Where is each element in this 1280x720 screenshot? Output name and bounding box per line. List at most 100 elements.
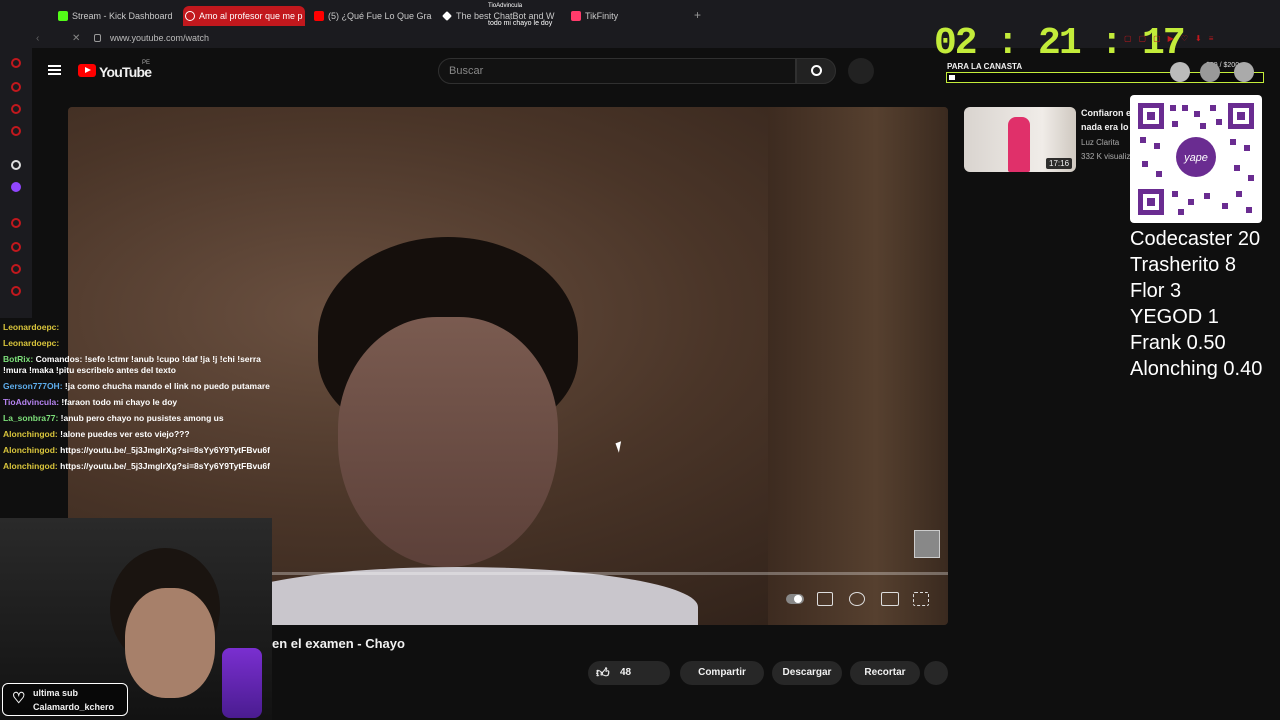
more-actions-button[interactable] — [924, 661, 948, 685]
sidebar-app-icon[interactable] — [11, 126, 21, 136]
donor-entry: Frank 0.50 — [1130, 332, 1226, 354]
sidebar-app-icon[interactable] — [11, 104, 21, 114]
chat-username: Gerson777OH: — [3, 381, 65, 391]
donor-entry: Flor 3 — [1130, 280, 1182, 302]
chat-username: TioAdvincula: — [3, 397, 62, 407]
chat-message: La_sonbra77: !anub pero chayo no pusiste… — [0, 413, 270, 424]
chat-message: Alonchingod: https://youtu.be/_5j3JmglrX… — [0, 461, 270, 472]
chat-message: Alonchingod: https://youtu.be/_5j3JmglrX… — [0, 445, 270, 456]
voice-search-button[interactable] — [848, 58, 874, 84]
stream-chat-overlay: Leonardoepc: Leonardoepc: BotRix: Comand… — [0, 322, 270, 516]
chat-username: Leonardoepc: — [3, 322, 60, 332]
video-frame-face — [338, 317, 558, 567]
tikfinity-icon — [571, 11, 581, 21]
settings-icon[interactable] — [11, 286, 21, 296]
chat-message: Alonchingod: !alone puedes ver esto viej… — [0, 429, 270, 440]
last-sub-user: Calamardo_kchero — [33, 702, 115, 712]
yape-qr-code: yape — [1130, 95, 1262, 223]
chat-text: !faraon todo mi chayo le doy — [61, 397, 178, 407]
chat-username: Alonchingod: — [3, 445, 61, 455]
tab-kick-dashboard[interactable]: Stream - Kick Dashboard — [56, 6, 181, 26]
clip-button[interactable]: Recortar — [850, 661, 920, 685]
last-sub-label: ultima sub — [33, 688, 79, 698]
loading-icon — [185, 11, 195, 21]
browser-toolbar-icons[interactable]: ▢▢▢▶♡⬇≡ — [1124, 34, 1274, 44]
chat-text: !ja como chucha mando el link no puedo p… — [64, 381, 270, 391]
chat-message: BotRix: Comandos: !sefo !ctmr !anub !cup… — [0, 354, 270, 376]
history-icon[interactable] — [11, 242, 21, 252]
video-frame-shirt — [218, 567, 698, 625]
twitch-icon[interactable] — [11, 182, 21, 192]
search-input[interactable]: Buscar — [438, 58, 796, 84]
youtube-logo-icon[interactable] — [78, 64, 96, 77]
chat-text: Comandos: !sefo !ctmr !anub !cupo !daf !… — [3, 354, 261, 375]
kick-icon — [58, 11, 68, 21]
tab-active-video[interactable]: Amo al profesor que me p — [183, 6, 305, 26]
browser-sidebar — [0, 48, 32, 318]
recommended-views: 332 K visualiz — [1081, 152, 1131, 161]
search-button[interactable] — [796, 58, 836, 84]
thumbs-up-icon: 👍︎ — [596, 665, 610, 680]
back-icon[interactable]: ‹ — [36, 33, 39, 44]
tab-tooltip-user: TioAdvincula — [488, 3, 523, 9]
like-button[interactable]: 👍︎ 48 — [588, 661, 670, 685]
chat-text: !alone puedes ver esto viejo??? — [60, 429, 190, 439]
chat-text: https://youtu.be/_5j3JmglrXg?si=8sYy6Y9T… — [60, 461, 270, 471]
settings-icon[interactable] — [849, 592, 865, 606]
chat-message: TioAdvincula: !faraon todo mi chayo le d… — [0, 397, 270, 408]
video-progress-bar[interactable] — [272, 572, 948, 575]
channel-watermark[interactable] — [914, 530, 940, 558]
goal-label: PARA LA CANASTA — [947, 62, 1023, 71]
recommended-title-line1[interactable]: Confiaron e — [1081, 108, 1131, 118]
video-title: en el examen - Chayo — [272, 636, 405, 651]
chat-username: Alonchingod: — [3, 461, 61, 471]
lock-icon — [94, 34, 101, 42]
sidebar-app-icon[interactable] — [11, 82, 21, 92]
fullscreen-icon[interactable] — [913, 592, 929, 606]
autoplay-toggle[interactable] — [786, 594, 804, 604]
recommended-duration: 17:16 — [1046, 158, 1073, 169]
goal-progress-fill — [949, 75, 955, 80]
chat-username: Alonchingod: — [3, 429, 61, 439]
donor-list: Codecaster 20 Trasherito 8 Flor 3 YEGOD 1 Fr… — [1130, 226, 1262, 382]
thumbnail-figure — [1008, 117, 1030, 172]
chat-text: https://youtu.be/_5j3JmglrXg?si=8sYy6Y9T… — [60, 445, 270, 455]
recommended-channel[interactable]: Luz Clarita — [1081, 138, 1119, 147]
donor-entry: Alonching 0.40 — [1130, 358, 1263, 380]
chat-username: Leonardoepc: — [3, 338, 60, 348]
heart-icon: ♡ — [12, 690, 26, 707]
search-icon — [811, 65, 822, 76]
streamer-face — [125, 588, 215, 698]
sidebar-app-icon[interactable] — [11, 218, 21, 228]
chat-message: Gerson777OH: !ja como chucha mando el li… — [0, 381, 270, 392]
chat-text: !anub pero chayo no pusistes among us — [60, 413, 224, 423]
sidebar-app-icon[interactable] — [11, 58, 21, 68]
country-code: PE — [142, 60, 151, 66]
share-button[interactable]: Compartir — [680, 661, 764, 685]
chat-message: Leonardoepc: — [0, 322, 270, 333]
avatar[interactable] — [1200, 62, 1220, 82]
recommended-title-line2[interactable]: nada era lo — [1081, 122, 1129, 132]
avatar[interactable] — [1170, 62, 1190, 82]
tab-tooltip-text: todo mi chayo le doy — [488, 20, 553, 27]
donor-entry: Codecaster 20 — [1130, 228, 1261, 250]
tab-youtube-video[interactable]: (5) ¿Qué Fue Lo Que Gra — [312, 6, 434, 26]
donor-entry: YEGOD 1 — [1130, 306, 1219, 328]
last-sub-box: ♡ ultima sub Calamardo_kchero — [2, 683, 128, 716]
download-button[interactable]: Descargar — [772, 661, 842, 685]
youtube-logo-text[interactable]: YouTube — [99, 64, 152, 80]
reload-icon[interactable]: ✕ — [72, 33, 80, 44]
address-field[interactable]: www.youtube.com/watch — [110, 33, 209, 43]
subtitles-icon[interactable] — [817, 592, 833, 606]
theater-mode-icon[interactable] — [881, 592, 899, 606]
donor-entry: Trasherito 8 — [1130, 254, 1236, 276]
chat-username: BotRix: — [3, 354, 36, 364]
new-tab-icon[interactable]: + — [694, 8, 701, 22]
menu-icon[interactable] — [48, 65, 61, 75]
sidebar-app-icon[interactable] — [11, 264, 21, 274]
sidebar-app-icon[interactable] — [11, 160, 21, 170]
tab-tikfinity[interactable]: TikFinity — [569, 6, 649, 26]
avatar[interactable] — [1234, 62, 1254, 82]
microphone-icon — [222, 648, 262, 718]
svg-text:yape: yape — [1183, 152, 1208, 164]
